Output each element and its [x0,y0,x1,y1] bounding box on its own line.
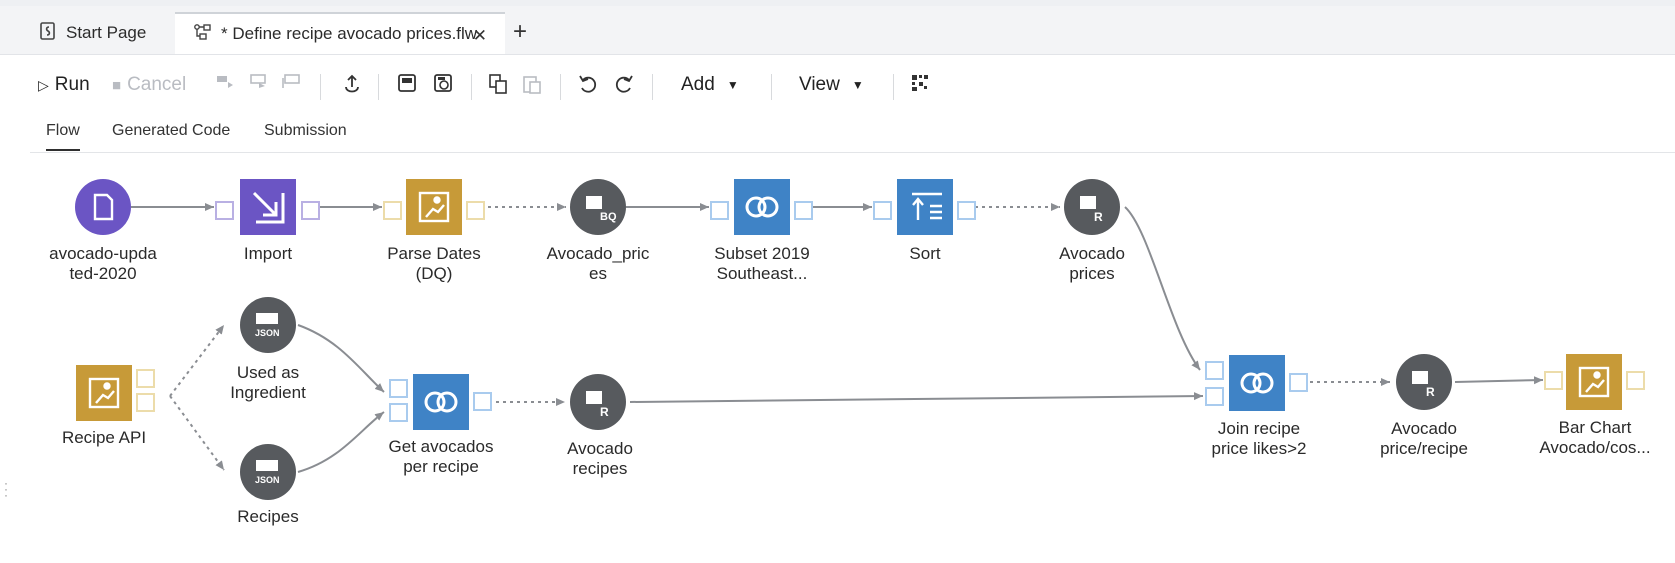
badge-json: JSON [255,328,280,338]
label-line: Bar Chart [1558,418,1632,437]
node-label: Avocado prices [1012,244,1172,284]
label-line: Recipes [237,507,299,526]
table-icon [256,313,278,324]
label-line: ted-2020 [69,264,137,283]
node-label: Used as Ingredient [188,363,348,403]
label-line: Avocado/cos... [1539,438,1651,457]
label-line: Ingredient [230,383,306,402]
resize-grip-icon[interactable]: · · · [4,477,8,501]
node-label: Recipe API [24,428,184,448]
node-join-recipe[interactable] [1205,355,1308,411]
label-line: Recipe API [61,428,147,447]
node-avocado-prices-bq[interactable]: BQ [570,179,626,235]
node-label: Sort [845,244,1005,264]
node-subset-2019[interactable] [710,179,813,235]
node-label: Subset 2019 Southeast... [682,244,842,284]
node-label: Import [188,244,348,264]
label-line: Southeast... [716,264,808,283]
node-avocado-price-recipe[interactable]: R [1396,354,1452,410]
badge-r: R [1426,385,1435,399]
node-parse-dates[interactable] [383,179,485,235]
label-line: Avocado_pric [546,244,650,263]
table-icon [586,196,602,209]
label-line: Join recipe [1217,419,1301,438]
table-icon [256,460,278,471]
label-line: price likes>2 [1211,439,1307,458]
label-line: avocado-upda [49,244,157,263]
label-line: Sort [909,244,941,263]
node-label: Recipes [188,507,348,527]
node-avocado-recipes[interactable]: R [570,374,626,430]
label-line: Avocado [567,439,633,458]
node-label: Avocado price/recipe [1344,419,1504,459]
table-icon [1412,371,1428,384]
node-label: Get avocados per recipe [361,437,521,477]
node-label: Avocado_pric es [518,244,678,284]
node-label: Bar Chart Avocado/cos... [1515,418,1675,458]
node-label: Avocado recipes [520,439,680,479]
badge-r: R [1094,210,1103,224]
badge-r: R [600,405,609,419]
label-line: Used as [236,363,300,382]
label-line: recipes [572,459,628,478]
node-sort[interactable] [873,179,976,235]
node-import[interactable] [215,179,320,235]
table-icon [586,391,602,404]
label-line: Avocado [1391,419,1457,438]
label-line: price/recipe [1380,439,1468,458]
label-line: es [589,264,607,283]
node-avocado-prices-r[interactable]: R [1064,179,1120,235]
label-line: Parse Dates [387,244,481,263]
node-label: avocado-upda ted-2020 [23,244,183,284]
node-get-avocados[interactable] [389,374,492,430]
node-used-as-ingredient[interactable]: JSON [240,297,296,353]
node-recipe-api[interactable] [76,365,155,421]
table-icon [1080,196,1096,209]
node-label: Join recipe price likes>2 [1179,419,1339,459]
node-recipes[interactable]: JSON [240,444,296,500]
node-bar-chart[interactable] [1544,354,1645,410]
badge-bq: BQ [600,211,617,223]
label-line: Import [243,244,293,263]
label-line: Subset 2019 [714,244,810,263]
label-line: Avocado [1059,244,1125,263]
node-avocado-source[interactable] [75,179,131,235]
label-line: per recipe [403,457,479,476]
label-line: Get avocados [388,437,494,456]
label-line: prices [1069,264,1115,283]
label-line: (DQ) [415,264,453,283]
node-label: Parse Dates (DQ) [354,244,514,284]
badge-json: JSON [255,475,280,485]
